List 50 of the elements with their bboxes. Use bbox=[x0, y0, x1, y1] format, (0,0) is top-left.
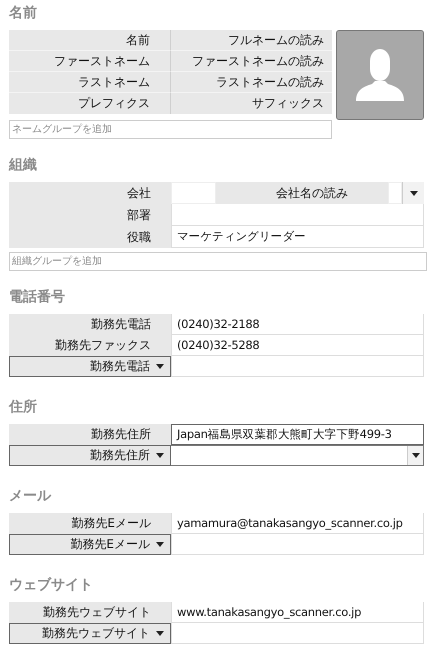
field-label: 部署 bbox=[9, 204, 171, 226]
field-label: 勤務先住所 bbox=[9, 424, 171, 445]
reading-label: サフィックス bbox=[170, 93, 332, 114]
field-label: 勤務先ウェブサイト bbox=[9, 602, 171, 623]
caret-icon bbox=[156, 631, 164, 636]
section-title: 住所 bbox=[9, 398, 37, 417]
add-group-field[interactable]: 組織グループを追加 bbox=[9, 252, 427, 271]
text-field[interactable]: www.tanakasangyo_scanner.co.jp bbox=[171, 602, 424, 623]
select-field[interactable] bbox=[171, 445, 424, 466]
caret-icon bbox=[410, 190, 418, 196]
caret-icon bbox=[156, 364, 164, 369]
field-label: 勤務先Eメール bbox=[9, 513, 171, 534]
name-label: プレフィクス bbox=[77, 95, 151, 112]
add-group-field[interactable]: ネームグループを追加 bbox=[9, 120, 332, 139]
section-title: ウェブサイト bbox=[9, 576, 93, 595]
reading-field[interactable] bbox=[388, 182, 402, 204]
reading-label: ファーストネームの読み bbox=[170, 51, 332, 72]
type-dropdown[interactable]: 勤務先ウェブサイト bbox=[9, 623, 171, 644]
field-label: 会社名の読み bbox=[275, 185, 349, 202]
field-label: 勤務先ファックス bbox=[9, 335, 171, 356]
photo-frame[interactable] bbox=[336, 30, 424, 120]
text-field[interactable] bbox=[171, 204, 424, 226]
caret-icon bbox=[156, 453, 164, 458]
name-label: ラストネーム bbox=[9, 72, 170, 93]
text-field[interactable]: (0240)32-2188 bbox=[171, 314, 424, 335]
caret-icon bbox=[156, 542, 164, 547]
text-field[interactable]: Japan福島県双葉郡大熊町大字下野499-3 bbox=[171, 424, 424, 445]
section-title: メール bbox=[9, 487, 51, 506]
section-title: 名前 bbox=[9, 4, 37, 23]
text-field[interactable] bbox=[171, 356, 424, 377]
name-label: ファーストネーム bbox=[9, 51, 170, 72]
company-field[interactable] bbox=[171, 182, 216, 204]
type-dropdown[interactable]: 勤務先住所 bbox=[9, 445, 171, 466]
type-dropdown[interactable]: 勤務先Eメール bbox=[9, 534, 171, 555]
text-field[interactable] bbox=[171, 534, 424, 555]
section-title: 組織 bbox=[9, 156, 37, 175]
text-field[interactable]: マーケティングリーダー bbox=[171, 226, 424, 248]
text-field[interactable]: yamamura@tanakasangyo_scanner.co.jp bbox=[171, 513, 424, 534]
type-dropdown[interactable]: 勤務先電話 bbox=[9, 356, 171, 377]
text-field[interactable]: (0240)32-5288 bbox=[171, 335, 424, 356]
name-label: 名前 bbox=[9, 30, 170, 51]
text-field[interactable] bbox=[171, 623, 424, 644]
section-title: 電話番号 bbox=[9, 288, 65, 307]
dropdown-button[interactable] bbox=[402, 182, 424, 204]
field-label: 勤務先電話 bbox=[9, 314, 171, 335]
caret-icon bbox=[412, 453, 420, 458]
field-label: 役職 bbox=[9, 226, 171, 248]
field-label: 会社 bbox=[9, 182, 171, 204]
reading-label: ラストネームの読み bbox=[170, 72, 332, 93]
reading-label: フルネームの読み bbox=[170, 30, 332, 51]
